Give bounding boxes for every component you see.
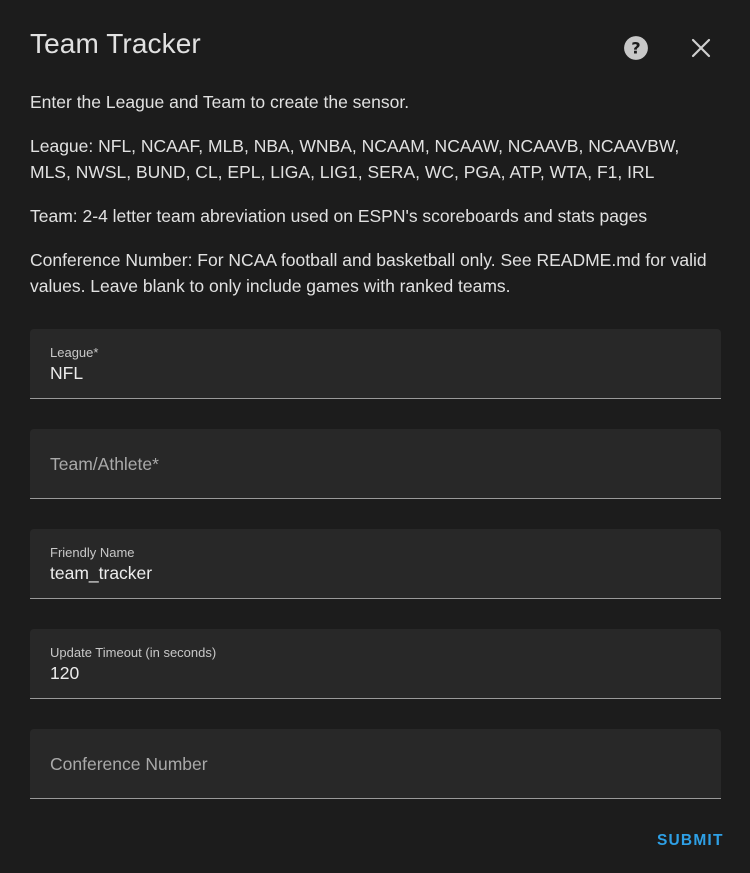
team-athlete-placeholder: Team/Athlete*	[50, 454, 159, 474]
update-timeout-value[interactable]: 120	[50, 663, 79, 684]
close-icon	[691, 38, 711, 58]
team-athlete-field[interactable]: Team/Athlete*	[30, 429, 721, 499]
dialog-title: Team Tracker	[30, 28, 201, 59]
league-field[interactable]: League* NFL	[30, 329, 721, 399]
description-team: Team: 2-4 letter team abreviation used o…	[30, 206, 648, 226]
description-intro: Enter the League and Team to create the …	[30, 92, 410, 112]
help-icon: ?	[624, 36, 648, 60]
league-field-value[interactable]: NFL	[50, 363, 83, 384]
update-timeout-field[interactable]: Update Timeout (in seconds) 120	[30, 629, 721, 699]
conference-number-placeholder: Conference Number	[50, 754, 208, 774]
conference-number-field[interactable]: Conference Number	[30, 729, 721, 799]
friendly-name-value[interactable]: team_tracker	[50, 563, 152, 584]
friendly-name-field[interactable]: Friendly Name team_tracker	[30, 529, 721, 599]
close-button[interactable]	[677, 24, 725, 72]
description-league: League: NFL, NCAAF, MLB, NBA, WNBA, NCAA…	[30, 136, 680, 182]
submit-button[interactable]: SUBMIT	[648, 822, 733, 860]
help-button[interactable]: ?	[612, 24, 660, 72]
dialog-header: Team Tracker ?	[0, 0, 750, 92]
svg-text:?: ?	[631, 39, 640, 58]
friendly-name-label: Friendly Name	[50, 545, 135, 560]
update-timeout-label: Update Timeout (in seconds)	[50, 645, 217, 660]
description-conference: Conference Number: For NCAA football and…	[30, 250, 707, 296]
team-tracker-dialog: Team Tracker ? Enter the League and Team…	[0, 0, 750, 873]
league-field-label: League*	[50, 345, 99, 360]
